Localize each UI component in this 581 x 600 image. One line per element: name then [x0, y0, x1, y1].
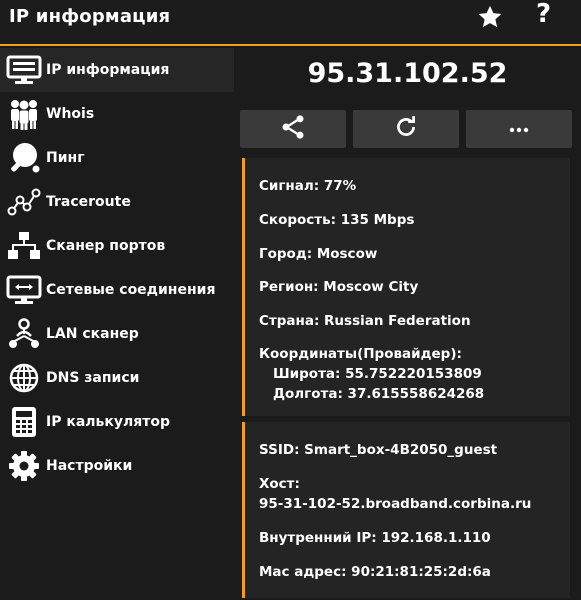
mac-address-value: Mac адрес: 90:21:81:25:2d:6a	[259, 564, 491, 580]
star-icon[interactable]	[476, 3, 504, 31]
calculator-icon	[4, 404, 44, 440]
sidebar-item-ping[interactable]: Пинг	[0, 136, 234, 180]
sidebar-item-ip-calculator[interactable]: IP калькулятор	[0, 400, 234, 444]
sidebar-item-whois[interactable]: Whois	[0, 92, 234, 136]
sidebar-item-dns-records[interactable]: DNS записи	[0, 356, 234, 400]
speed-value: Скорость: 135 Mbps	[259, 212, 415, 228]
signal-value: Сигнал: 77%	[259, 178, 357, 194]
app-header: IP информация ?	[0, 0, 581, 46]
sidebar-item-label: IP калькулятор	[46, 414, 171, 430]
ssid-value: SSID: Smart_box-4B2050_guest	[259, 442, 498, 458]
sidebar-item-label: Сканер портов	[46, 238, 166, 254]
refresh-icon	[393, 114, 419, 144]
sidebar-item-traceroute[interactable]: Traceroute	[0, 180, 234, 224]
sidebar: IP информация Whois Пинг Traceroute Скан…	[0, 48, 234, 600]
help-button[interactable]: ?	[536, 0, 551, 29]
route-icon	[4, 184, 44, 220]
sidebar-item-ip-info[interactable]: IP информация	[0, 48, 234, 92]
ping-pong-icon	[4, 140, 44, 176]
globe-icon	[4, 360, 44, 396]
city-value: Город: Moscow	[259, 246, 378, 262]
more-button[interactable]	[466, 110, 572, 148]
latitude-value: Широта: 55.752220153809	[273, 366, 482, 382]
share-icon	[279, 113, 307, 145]
network-connections-icon	[4, 272, 44, 308]
more-icon	[506, 120, 532, 139]
region-value: Регион: Moscow City	[259, 279, 419, 295]
sidebar-item-label: IP информация	[46, 62, 170, 78]
sidebar-item-label: Сетевые соединения	[46, 282, 216, 298]
network-card: SSID: Smart_box-4B2050_guest Хост: 95-31…	[242, 422, 570, 598]
sidebar-item-label: Traceroute	[46, 194, 131, 210]
share-button[interactable]	[240, 110, 346, 148]
page-title: IP информация	[9, 6, 171, 27]
sidebar-item-label: Пинг	[46, 150, 85, 166]
refresh-button[interactable]	[353, 110, 459, 148]
coords-title: Координаты(Провайдер):	[259, 346, 462, 362]
monitor-icon	[4, 52, 44, 88]
longitude-value: Долгота: 37.615558624268	[273, 386, 485, 402]
sidebar-item-label: Whois	[46, 106, 95, 122]
host-value: 95-31-102-52.broadband.corbina.ru	[259, 496, 532, 512]
sidebar-item-settings[interactable]: Настройки	[0, 444, 234, 488]
gear-icon	[4, 448, 44, 484]
people-icon	[4, 96, 44, 132]
sidebar-item-lan-scanner[interactable]: LAN сканер	[0, 312, 234, 356]
ip-address: 95.31.102.52	[307, 58, 508, 89]
sidebar-item-label: Настройки	[46, 458, 133, 474]
lan-icon	[4, 316, 44, 352]
internal-ip-value: Внутренний IP: 192.168.1.110	[259, 530, 491, 546]
main-panel: 95.31.102.52 Сигнал: 77% Скорость: 135 M…	[234, 48, 581, 600]
sidebar-item-label: LAN сканер	[46, 326, 139, 342]
location-card: Сигнал: 77% Скорость: 135 Mbps Город: Mo…	[242, 158, 570, 416]
country-value: Страна: Russian Federation	[259, 313, 471, 329]
sidebar-item-label: DNS записи	[46, 370, 140, 386]
host-label: Хост:	[259, 476, 300, 492]
sidebar-item-port-scanner[interactable]: Сканер портов	[0, 224, 234, 268]
sidebar-item-network-connections[interactable]: Сетевые соединения	[0, 268, 234, 312]
network-tree-icon	[4, 228, 44, 264]
